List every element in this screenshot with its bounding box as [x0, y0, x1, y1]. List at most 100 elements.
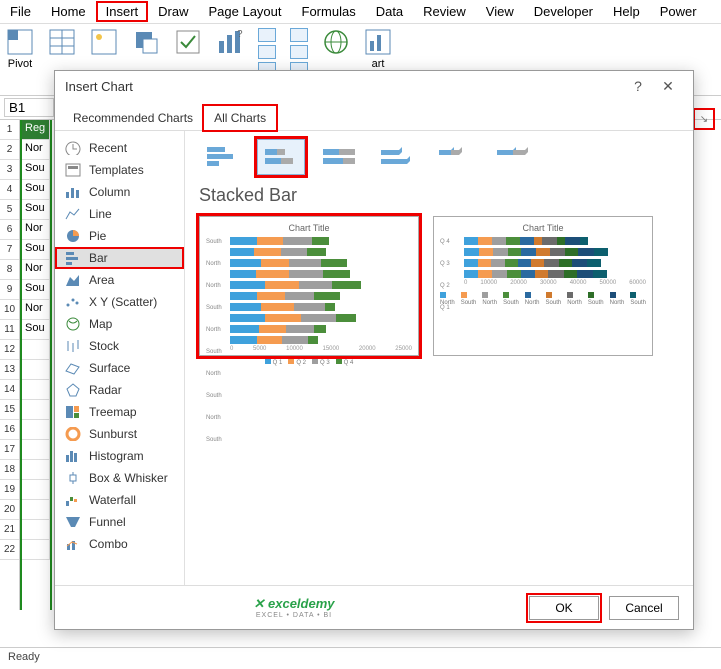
row-header[interactable]: 3 [0, 160, 19, 180]
dialog-help-button[interactable]: ? [623, 78, 653, 94]
ok-button[interactable]: OK [529, 596, 599, 620]
cell-header[interactable]: Reg [22, 120, 50, 140]
nav-box-whisker[interactable]: Box & Whisker [55, 467, 184, 489]
subtype-3d-clustered-bar[interactable] [373, 139, 421, 175]
row-header[interactable]: 16 [0, 420, 19, 440]
nav-bar[interactable]: Bar [55, 247, 184, 269]
cell[interactable]: Sou [22, 280, 50, 300]
menu-developer[interactable]: Developer [524, 1, 603, 22]
menu-review[interactable]: Review [413, 1, 476, 22]
cell[interactable] [22, 540, 50, 560]
row-header[interactable]: 14 [0, 380, 19, 400]
nav-combo[interactable]: Combo [55, 533, 184, 555]
chart-preview-2[interactable]: Chart Title Q 4Q 3Q 2Q 1 010000200003000… [433, 216, 653, 356]
ribbon-illustrations[interactable] [90, 28, 118, 56]
row-header[interactable]: 22 [0, 540, 19, 560]
menu-help[interactable]: Help [603, 1, 650, 22]
cell[interactable]: Sou [22, 200, 50, 220]
row-header[interactable]: 11 [0, 320, 19, 340]
ribbon-pivottable[interactable]: Pivot [6, 28, 34, 70]
row-header[interactable]: 6 [0, 220, 19, 240]
nav-templates[interactable]: Templates [55, 159, 184, 181]
ribbon-line-chart[interactable] [258, 45, 276, 59]
nav-line[interactable]: Line [55, 203, 184, 225]
nav-pie[interactable]: Pie [55, 225, 184, 247]
nav-stock[interactable]: Stock [55, 335, 184, 357]
row-header[interactable]: 4 [0, 180, 19, 200]
nav-map[interactable]: Map [55, 313, 184, 335]
ribbon-maps[interactable] [322, 28, 350, 56]
menu-data[interactable]: Data [366, 1, 413, 22]
menu-insert[interactable]: Insert [96, 1, 149, 22]
cell[interactable]: Sou [22, 180, 50, 200]
row-header[interactable]: 8 [0, 260, 19, 280]
dialog-launcher-highlight[interactable]: ↘ [693, 108, 715, 130]
cell[interactable] [22, 500, 50, 520]
ribbon-pivotchart[interactable]: art [364, 28, 392, 70]
ribbon-shapes[interactable] [132, 28, 160, 56]
row-header[interactable]: 13 [0, 360, 19, 380]
subtype-3d-100-stacked-bar[interactable] [489, 139, 537, 175]
cell[interactable]: Nor [22, 300, 50, 320]
tab-recommended-charts[interactable]: Recommended Charts [63, 106, 203, 130]
cell[interactable] [22, 400, 50, 420]
nav-treemap[interactable]: Treemap [55, 401, 184, 423]
ribbon-scatter-chart[interactable] [290, 45, 308, 59]
name-box[interactable] [4, 98, 54, 117]
row-header[interactable]: 12 [0, 340, 19, 360]
nav-funnel[interactable]: Funnel [55, 511, 184, 533]
cell[interactable] [22, 380, 50, 400]
cell[interactable] [22, 340, 50, 360]
menu-page-layout[interactable]: Page Layout [199, 1, 292, 22]
nav-radar[interactable]: Radar [55, 379, 184, 401]
subtype-stacked-bar[interactable] [257, 139, 305, 175]
nav-sunburst[interactable]: Sunburst [55, 423, 184, 445]
nav-recent[interactable]: Recent [55, 137, 184, 159]
ribbon-recommended-charts[interactable]: ? [216, 28, 244, 56]
nav-area[interactable]: Area [55, 269, 184, 291]
row-header[interactable]: 19 [0, 480, 19, 500]
menu-draw[interactable]: Draw [148, 1, 198, 22]
dialog-close-button[interactable]: ✕ [653, 78, 683, 95]
cell[interactable]: Nor [22, 140, 50, 160]
menu-power[interactable]: Power [650, 1, 707, 22]
row-header[interactable]: 17 [0, 440, 19, 460]
menu-view[interactable]: View [476, 1, 524, 22]
nav-scatter[interactable]: X Y (Scatter) [55, 291, 184, 313]
cell[interactable]: Nor [22, 260, 50, 280]
nav-histogram[interactable]: Histogram [55, 445, 184, 467]
nav-column[interactable]: Column [55, 181, 184, 203]
chart-preview-1[interactable]: Chart Title SouthNorthNorthSouthNorthSou… [199, 216, 419, 356]
nav-surface[interactable]: Surface [55, 357, 184, 379]
subtype-clustered-bar[interactable] [199, 139, 247, 175]
cell[interactable] [22, 360, 50, 380]
row-header[interactable]: 18 [0, 460, 19, 480]
cell[interactable] [22, 480, 50, 500]
cell[interactable] [22, 420, 50, 440]
menu-formulas[interactable]: Formulas [292, 1, 366, 22]
cell[interactable] [22, 460, 50, 480]
tab-all-charts[interactable]: All Charts [203, 105, 277, 131]
subtype-100-stacked-bar[interactable] [315, 139, 363, 175]
cell[interactable]: Sou [22, 320, 50, 340]
cell[interactable]: Nor [22, 220, 50, 240]
row-header[interactable]: 7 [0, 240, 19, 260]
row-header[interactable]: 15 [0, 400, 19, 420]
ribbon-area-chart[interactable] [290, 28, 308, 42]
cancel-button[interactable]: Cancel [609, 596, 679, 620]
row-header[interactable]: 2 [0, 140, 19, 160]
menu-file[interactable]: File [0, 1, 41, 22]
menu-home[interactable]: Home [41, 1, 96, 22]
ribbon-addins[interactable] [174, 28, 202, 56]
row-header[interactable]: 20 [0, 500, 19, 520]
subtype-3d-stacked-bar[interactable] [431, 139, 479, 175]
cell[interactable]: Sou [22, 240, 50, 260]
row-header[interactable]: 5 [0, 200, 19, 220]
row-header[interactable]: 21 [0, 520, 19, 540]
row-header[interactable]: 9 [0, 280, 19, 300]
cell[interactable] [22, 440, 50, 460]
nav-waterfall[interactable]: Waterfall [55, 489, 184, 511]
ribbon-table[interactable] [48, 28, 76, 56]
row-header[interactable]: 10 [0, 300, 19, 320]
cell[interactable]: Sou [22, 160, 50, 180]
